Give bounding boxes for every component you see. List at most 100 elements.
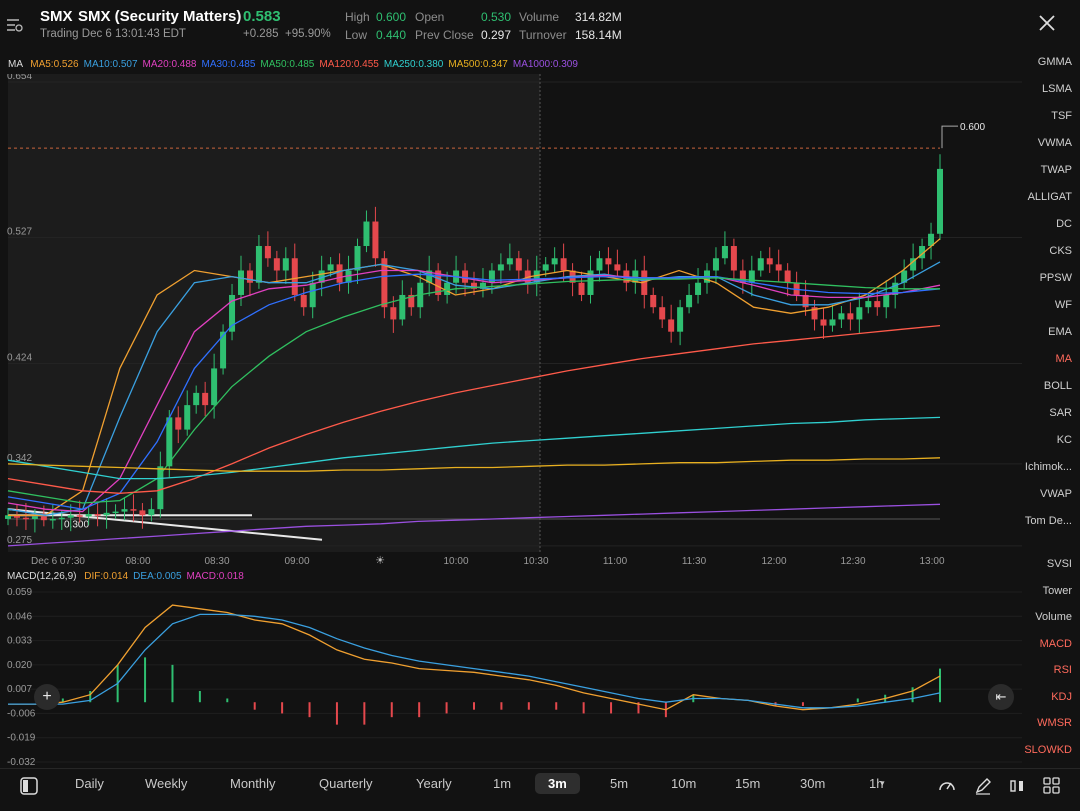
macd-y-tick-label: 0.059	[7, 587, 32, 598]
candle-body	[67, 515, 74, 518]
price-chart[interactable]: 0.6540.5270.4240.3420.2750.6000.300Dec 6…	[0, 74, 1026, 570]
macd-legend-item: MACD:0.018	[186, 571, 244, 582]
timeframe-tab[interactable]: 1m	[493, 776, 511, 791]
candle-body	[937, 168, 943, 234]
macd-chart[interactable]: 0.059 0.046 0.033 0.020 0.007 -0.006 -0.019 -0.…	[0, 584, 1026, 770]
candle-body	[757, 258, 764, 271]
indicator-option[interactable]: Tower	[1043, 585, 1072, 597]
grid-menu-icon[interactable]	[1043, 777, 1061, 795]
overlay-option[interactable]: MA	[1056, 353, 1073, 365]
timeframe-tab[interactable]: Yearly	[416, 776, 452, 791]
candle-body	[175, 417, 182, 430]
overlay-option[interactable]: VWMA	[1038, 137, 1072, 149]
candle-body	[40, 516, 47, 521]
overlay-option[interactable]: EMA	[1048, 326, 1072, 338]
overlay-option[interactable]: DC	[1056, 218, 1072, 230]
candle-body	[327, 264, 334, 271]
overlay-option[interactable]: VWAP	[1040, 488, 1072, 500]
macd-line-dea	[8, 613, 941, 709]
open-label: Open	[415, 10, 445, 24]
overlay-option[interactable]: SAR	[1049, 407, 1072, 419]
timeframe-tab[interactable]: Quarterly	[319, 776, 372, 791]
high-marker-leader	[941, 125, 958, 149]
candle-body	[184, 405, 191, 430]
header: SMX SMX (Security Matters) 0.583 Trading…	[0, 0, 1080, 56]
overlay-option[interactable]: CKS	[1049, 245, 1072, 257]
timeframe-tab[interactable]: 10m	[671, 776, 696, 791]
timeframe-tab[interactable]: 15m	[735, 776, 760, 791]
close-icon[interactable]	[1038, 14, 1056, 32]
ma-legend-item: MA1000:0.309	[512, 59, 578, 70]
indicator-option[interactable]: WMSR	[1037, 717, 1072, 729]
indicator-option[interactable]: KDJ	[1051, 691, 1072, 703]
overlay-option[interactable]: PPSW	[1040, 272, 1072, 284]
candle-body	[148, 509, 155, 516]
candle-body	[211, 368, 218, 406]
candle-body	[712, 258, 719, 271]
indicator-option[interactable]: SVSI	[1047, 558, 1072, 570]
macd-line-dif	[8, 604, 941, 711]
candle-body	[542, 264, 549, 271]
indicator-option[interactable]: SLOWKD	[1024, 744, 1072, 756]
candle-body	[614, 264, 621, 271]
timeframe-tab[interactable]: 3m	[535, 773, 580, 794]
indicator-option[interactable]: MACD	[1040, 638, 1072, 650]
x-tick-label: 13:00	[919, 556, 944, 567]
timeframe-tab[interactable]: 30m	[800, 776, 825, 791]
ma-legend-item: MA120:0.455	[319, 59, 379, 70]
overlay-option[interactable]: Tom De...	[1025, 515, 1072, 527]
candle-body	[76, 515, 83, 517]
timeframe-tab[interactable]: 5m	[610, 776, 628, 791]
candle-body	[865, 301, 872, 308]
add-indicator-button[interactable]: +	[34, 684, 60, 710]
high-label: High	[345, 10, 370, 24]
macd-legend-title: MACD(12,26,9)	[7, 571, 77, 582]
overlay-option[interactable]: WF	[1055, 299, 1072, 311]
high-value: 0.600	[376, 10, 407, 24]
indicator-option[interactable]: Volume	[1035, 611, 1072, 623]
macd-y-tick-label: 0.033	[7, 636, 32, 647]
gauge-icon[interactable]	[938, 777, 956, 795]
candle-body	[677, 307, 684, 332]
candle-body	[94, 514, 101, 516]
overlay-option[interactable]: BOLL	[1044, 380, 1072, 392]
candle-body	[246, 270, 253, 283]
candle-body	[193, 392, 200, 406]
candle-body	[775, 264, 782, 271]
candle-body	[766, 258, 773, 265]
candle-body	[883, 294, 890, 308]
high-marker-label: 0.600	[960, 122, 985, 133]
timeframe-tab[interactable]: Monthly	[230, 776, 276, 791]
overlay-option[interactable]: GMMA	[1038, 56, 1072, 68]
draw-pen-icon[interactable]	[974, 777, 992, 795]
menu-icon[interactable]	[6, 16, 24, 34]
indicator-option[interactable]: RSI	[1054, 664, 1072, 676]
turnover-value: 158.14M	[575, 28, 622, 42]
candle-body	[856, 307, 863, 320]
overlay-option[interactable]: Ichimok...	[1025, 461, 1072, 473]
company-name: SMX (Security Matters)	[78, 8, 242, 25]
chevron-down-icon[interactable]: ▾	[880, 778, 885, 789]
overlay-option[interactable]: KC	[1057, 434, 1072, 446]
x-tick-label: 08:00	[125, 556, 150, 567]
candle-body	[255, 246, 262, 283]
candle-body	[695, 282, 702, 295]
sun-icon: ☀	[375, 554, 385, 567]
sidebar-toggle-icon[interactable]	[20, 777, 38, 795]
ma-legend-item: MA5:0.526	[30, 59, 79, 70]
trading-status: Trading Dec 6 13:01:43 EDT	[40, 28, 186, 40]
candle-style-icon[interactable]	[1008, 777, 1026, 795]
overlay-option[interactable]: ALLIGAT	[1028, 191, 1072, 203]
timeframe-tab[interactable]: Weekly	[145, 776, 187, 791]
candle-body	[130, 509, 137, 511]
collapse-panel-button[interactable]: ⇤	[988, 684, 1014, 710]
overlay-option[interactable]: LSMA	[1042, 83, 1072, 95]
timeframe-tab[interactable]: Daily	[75, 776, 104, 791]
candle-body	[829, 319, 836, 326]
candle-body	[121, 509, 128, 512]
overlay-option[interactable]: TSF	[1051, 110, 1072, 122]
candle-body	[784, 270, 791, 283]
candle-body	[497, 264, 504, 271]
macd-legend-item: DEA:0.005	[133, 571, 182, 582]
overlay-option[interactable]: TWAP	[1041, 164, 1072, 176]
